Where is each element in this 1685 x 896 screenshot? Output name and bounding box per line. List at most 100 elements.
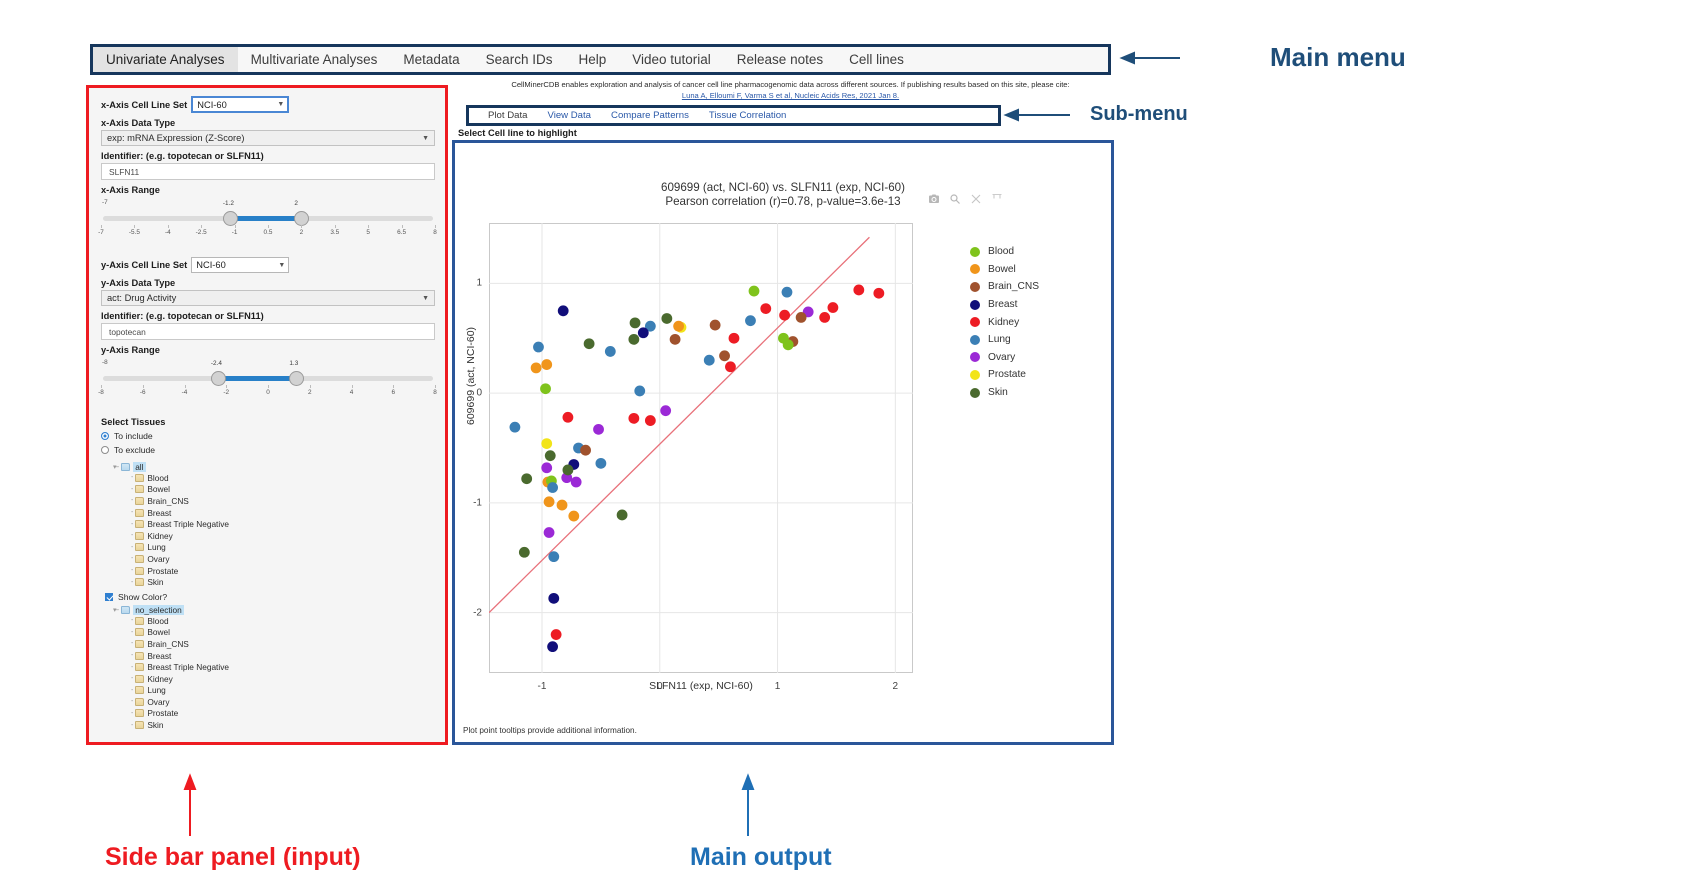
scatter-point[interactable] [796,312,807,323]
scatter-point[interactable] [568,511,579,522]
y-axis-data-type-select[interactable]: act: Drug Activity ▼ [101,290,435,306]
tissue-item-skin[interactable]: -Skin [131,576,435,588]
scatter-point[interactable] [548,593,559,604]
scatter-point[interactable] [670,334,681,345]
x-axis-data-type-select[interactable]: exp: mRNA Expression (Z-Score) ▼ [101,130,435,146]
y-slider-handle-low[interactable] [211,371,226,386]
main-menu-item-univariate-analyses[interactable]: Univariate Analyses [93,47,238,72]
scatter-point[interactable] [521,473,532,484]
scatter-point[interactable] [593,424,604,435]
tissue-item-prostate[interactable]: -Prostate [131,565,435,577]
scatter-point[interactable] [595,458,606,469]
main-menu-item-cell-lines[interactable]: Cell lines [836,47,917,72]
tissues-exclude-radio[interactable]: To exclude [101,445,435,455]
color-item-kidney[interactable]: -Kidney [131,673,435,685]
scatter-point[interactable] [605,346,616,357]
scatter-point[interactable] [571,477,582,488]
color-root[interactable]: ▾--no_selection [113,605,435,615]
scatter-point[interactable] [545,450,556,461]
tissue-tree[interactable]: ▾--all-Blood-Bowel-Brain_CNS-Breast-Brea… [101,462,435,588]
scatter-point[interactable] [557,500,568,511]
scatter-point[interactable] [541,462,552,473]
scatter-point[interactable] [510,422,521,433]
scatter-point[interactable] [634,386,645,397]
scatter-point[interactable] [541,359,552,370]
legend-item-prostate[interactable]: Prostate [970,366,1039,384]
color-item-bowel[interactable]: -Bowel [131,627,435,639]
scatter-point[interactable] [719,350,730,361]
tissue-item-breast[interactable]: -Breast [131,507,435,519]
plot-modebar[interactable] [928,193,1003,205]
citation-link[interactable]: Luna A, Elloumi F, Varma S et al, Nuclei… [682,91,899,100]
show-color-checkbox[interactable]: Show Color? [105,592,435,602]
color-item-lung[interactable]: -Lung [131,685,435,697]
main-menu-item-multivariate-analyses[interactable]: Multivariate Analyses [238,47,391,72]
scatter-point[interactable] [584,338,595,349]
scatter-point[interactable] [628,334,639,345]
scatter-point[interactable] [745,315,756,326]
main-menu-item-metadata[interactable]: Metadata [390,47,472,72]
sub-menu-item-tissue-correlation[interactable]: Tissue Correlation [699,110,797,121]
color-item-prostate[interactable]: -Prostate [131,708,435,720]
color-tree[interactable]: ▾--no_selection-Blood-Bowel-Brain_CNS-Br… [101,605,435,731]
scatter-point[interactable] [558,305,569,316]
legend-item-kidney[interactable]: Kidney [970,313,1039,331]
scatter-point[interactable] [760,303,771,314]
tissue-item-brain-cns[interactable]: -Brain_CNS [131,495,435,507]
y-axis-identifier-input[interactable]: topotecan [101,323,435,340]
scatter-point[interactable] [563,412,574,423]
scatter-point[interactable] [828,302,839,313]
scatter-point[interactable] [563,465,574,476]
scatter-point[interactable] [660,405,671,416]
plot-legend[interactable]: BloodBowelBrain_CNSBreastKidneyLungOvary… [970,243,1039,401]
y-axis-range-slider[interactable]: -8-2.41.3-8-6-4-202468 [101,359,435,403]
legend-item-brain_cns[interactable]: Brain_CNS [970,278,1039,296]
scatter-point[interactable] [783,339,794,350]
scatter-point[interactable] [541,438,552,449]
scatter-point[interactable] [853,285,864,296]
scatter-point[interactable] [533,342,544,353]
main-menu-item-search-ids[interactable]: Search IDs [473,47,566,72]
scatter-point[interactable] [779,310,790,321]
zoom-icon[interactable] [949,193,961,205]
scatter-point[interactable] [617,510,628,521]
scatter-point[interactable] [673,321,684,332]
color-item-breast-triple-negative[interactable]: -Breast Triple Negative [131,661,435,673]
tissue-item-kidney[interactable]: -Kidney [131,530,435,542]
scatter-point[interactable] [638,327,649,338]
scatter-point[interactable] [519,547,530,558]
main-menu-item-release-notes[interactable]: Release notes [724,47,836,72]
scatter-point[interactable] [580,445,591,456]
scatter-point[interactable] [782,287,793,298]
scatter-point[interactable] [531,362,542,373]
scatter-point[interactable] [548,551,559,562]
scatter-point[interactable] [628,413,639,424]
sub-menu-item-view-data[interactable]: View Data [537,110,601,121]
camera-icon[interactable] [928,193,940,205]
tree-expander-icon[interactable]: ▾-- [113,606,118,614]
color-item-brain-cns[interactable]: -Brain_CNS [131,638,435,650]
scatter-point[interactable] [704,355,715,366]
scatter-point[interactable] [544,527,555,538]
sub-menu-item-compare-patterns[interactable]: Compare Patterns [601,110,699,121]
scatter-point[interactable] [819,312,830,323]
scatter-point[interactable] [645,415,656,426]
legend-item-bowel[interactable]: Bowel [970,261,1039,279]
scatter-point[interactable] [873,288,884,299]
y-axis-cell-line-set-select[interactable]: NCI-60 ▼ [191,257,289,273]
tissue-root[interactable]: ▾--all [113,462,435,472]
color-item-breast[interactable]: -Breast [131,650,435,662]
tissue-item-blood[interactable]: -Blood [131,472,435,484]
scatter-point[interactable] [551,629,562,640]
legend-item-ovary[interactable]: Ovary [970,349,1039,367]
scatter-point[interactable] [547,641,558,652]
scatter-point[interactable] [544,496,555,507]
autoscale-icon[interactable] [991,193,1003,205]
scatter-point[interactable] [547,482,558,493]
tissues-include-radio[interactable]: To include [101,431,435,441]
tree-expander-icon[interactable]: ▾-- [113,463,118,471]
y-slider-handle-high[interactable] [289,371,304,386]
color-item-skin[interactable]: -Skin [131,719,435,731]
pan-icon[interactable] [970,193,982,205]
tissue-item-bowel[interactable]: -Bowel [131,484,435,496]
